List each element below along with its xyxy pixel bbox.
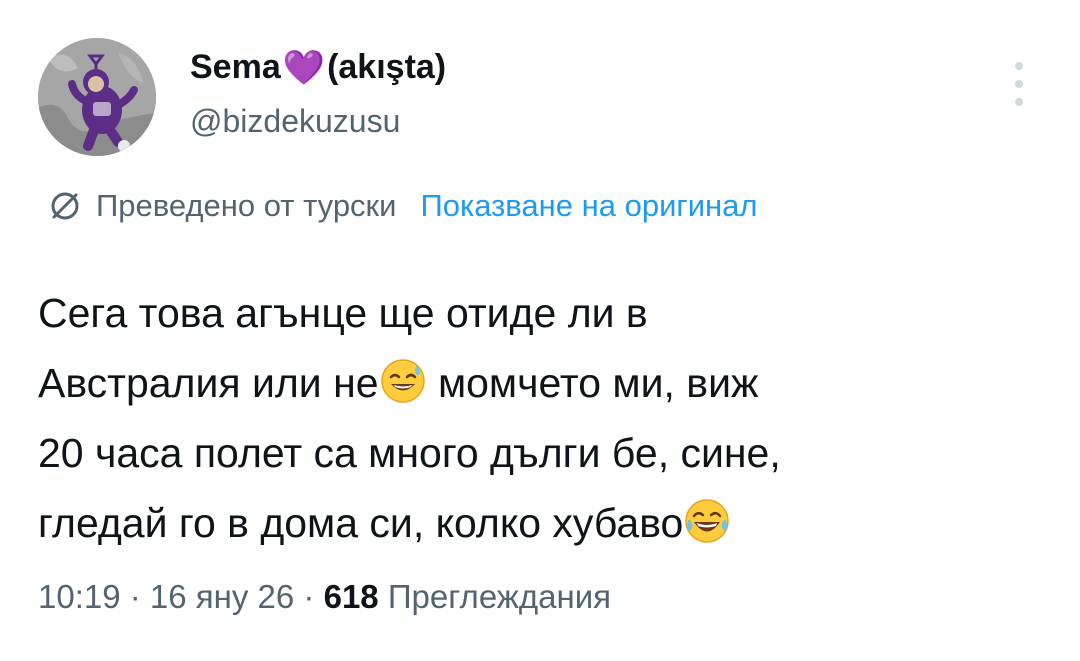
tweet-text-segment: гледай го в дома си, колко хубаво	[38, 500, 684, 546]
tweet-text-line: Сега това агънце ще отиде ли в	[38, 290, 648, 336]
views-count[interactable]: 618	[324, 578, 379, 615]
tweet-meta: 10:19 · 16 яну 26 · 618 Преглеждания	[38, 578, 611, 616]
display-name-text: Sema	[190, 48, 281, 86]
views-label[interactable]: Преглеждания	[379, 578, 611, 615]
tweet-time[interactable]: 10:19	[38, 578, 121, 615]
tweet-card: Sema 💜 (akışta) @bizdekuzusu Преведено от …	[0, 0, 1080, 661]
tweet-text-line: гледай го в дома си, колко хубаво	[38, 488, 1048, 558]
show-original-link[interactable]: Показване на оригинал	[420, 188, 757, 224]
purple-heart-icon: 💜	[282, 48, 326, 87]
avatar[interactable]	[38, 38, 156, 156]
display-name[interactable]: Sema 💜 (akışta)	[190, 48, 446, 87]
tweet-date[interactable]: 16 яну 26	[150, 578, 294, 615]
translated-from-label: Преведено от турски	[96, 188, 397, 223]
tweet-text-segment: момчето ми, виж	[426, 360, 759, 406]
translate-globe-icon	[51, 192, 79, 220]
display-name-suffix: (akışta)	[327, 48, 447, 86]
tweet-text-line: 20 часа полет са много дълги бе, сине,	[38, 430, 781, 476]
tears-of-joy-emoji-icon	[685, 499, 730, 543]
teletubby-avatar-icon	[38, 38, 156, 156]
tweet-text-segment: Австралия или не	[38, 360, 379, 406]
tweet-text-line: Австралия или не момчето ми, виж	[38, 348, 1048, 418]
user-handle[interactable]: @bizdekuzusu	[190, 103, 400, 140]
meta-separator: ·	[294, 578, 324, 615]
more-options-icon[interactable]	[1008, 62, 1030, 106]
tweet-text: Сега това агънце ще отиде ли в Австралия…	[38, 278, 1048, 558]
meta-separator: ·	[120, 578, 150, 615]
translation-bar: Преведено от турски Показване на оригина…	[48, 188, 758, 224]
sweat-smile-emoji-icon	[380, 359, 425, 403]
